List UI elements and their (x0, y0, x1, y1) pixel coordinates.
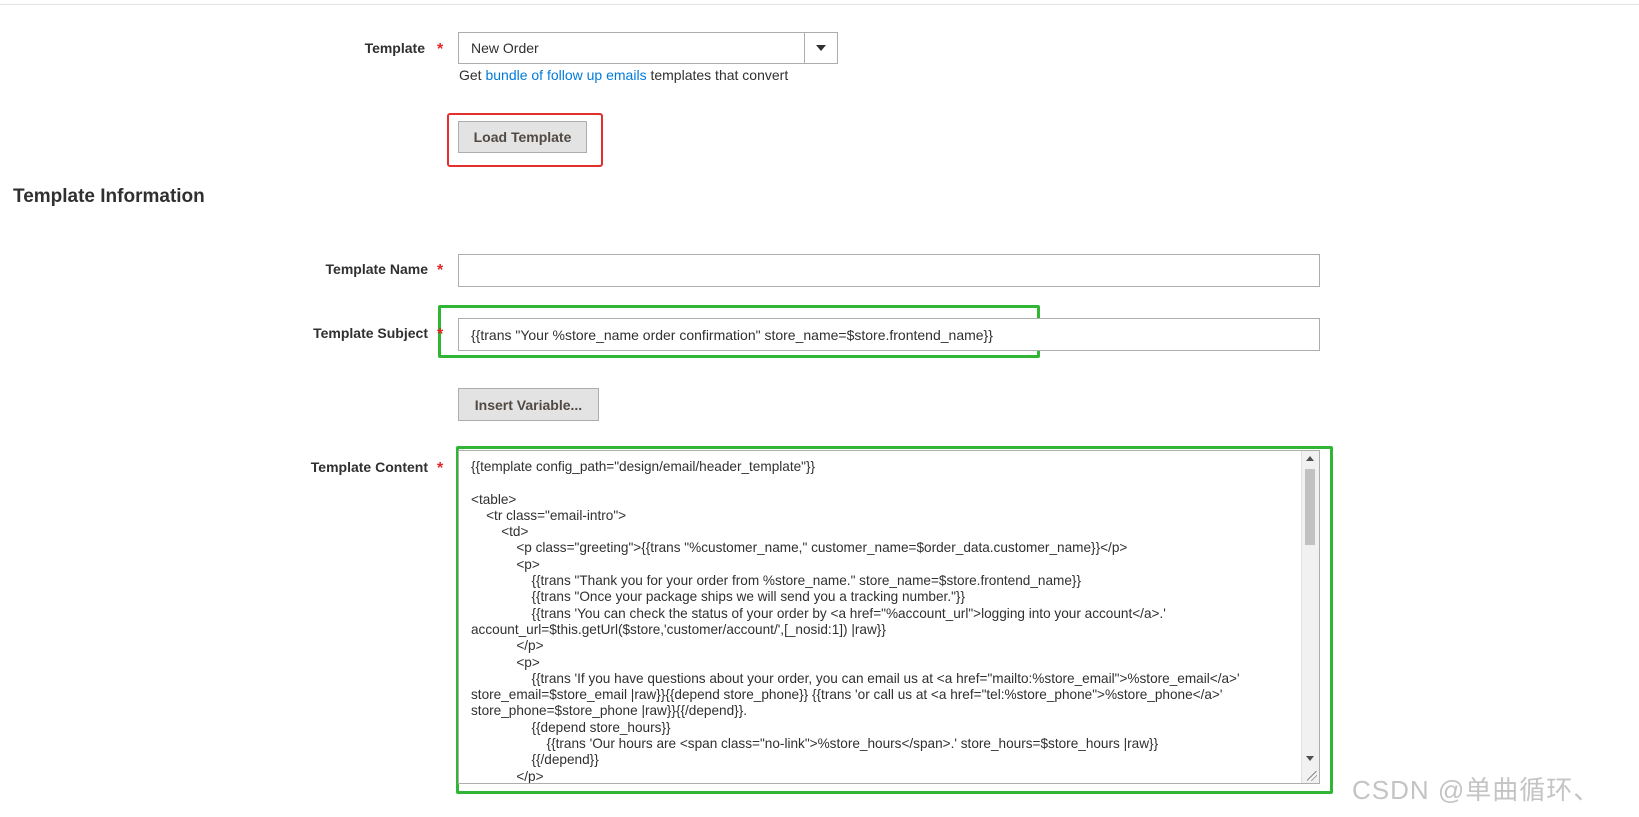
template-name-required-mark: * (437, 262, 444, 279)
template-content-required-mark: * (437, 460, 444, 477)
template-content-text[interactable]: {{template config_path="design/email/hea… (471, 459, 1297, 783)
follow-up-emails-link[interactable]: bundle of follow up emails (485, 67, 646, 83)
template-label: Template (364, 40, 425, 56)
template-content-label: Template Content (310, 459, 428, 475)
template-select-value: New Order (471, 40, 539, 56)
template-subject-label: Template Subject (313, 325, 428, 341)
load-template-button[interactable]: Load Template (458, 121, 587, 153)
template-required-mark: * (437, 41, 444, 58)
template-name-input[interactable] (458, 254, 1320, 287)
resize-grip-icon[interactable] (1307, 771, 1317, 781)
template-select[interactable]: New Order (458, 32, 838, 64)
scroll-up-icon[interactable] (1306, 456, 1314, 461)
template-subject-required-mark: * (437, 326, 444, 343)
top-divider (0, 4, 1639, 5)
textarea-scrollbar[interactable] (1301, 451, 1319, 783)
promo-prefix: Get (459, 67, 486, 83)
template-content-textarea[interactable]: {{template config_path="design/email/hea… (458, 450, 1320, 784)
insert-variable-button[interactable]: Insert Variable... (458, 388, 599, 421)
promo-note: Get bundle of follow up emails templates… (459, 67, 788, 83)
scroll-down-icon[interactable] (1306, 756, 1314, 761)
template-select-toggle[interactable] (804, 33, 837, 63)
watermark: CSDN @单曲循环、 (1352, 775, 1601, 805)
template-name-label: Template Name (325, 261, 428, 277)
scroll-thumb[interactable] (1305, 469, 1315, 545)
promo-suffix: templates that convert (646, 67, 789, 83)
template-subject-input[interactable] (458, 318, 1320, 351)
section-title: Template Information (13, 186, 205, 207)
chevron-down-icon (816, 45, 826, 51)
